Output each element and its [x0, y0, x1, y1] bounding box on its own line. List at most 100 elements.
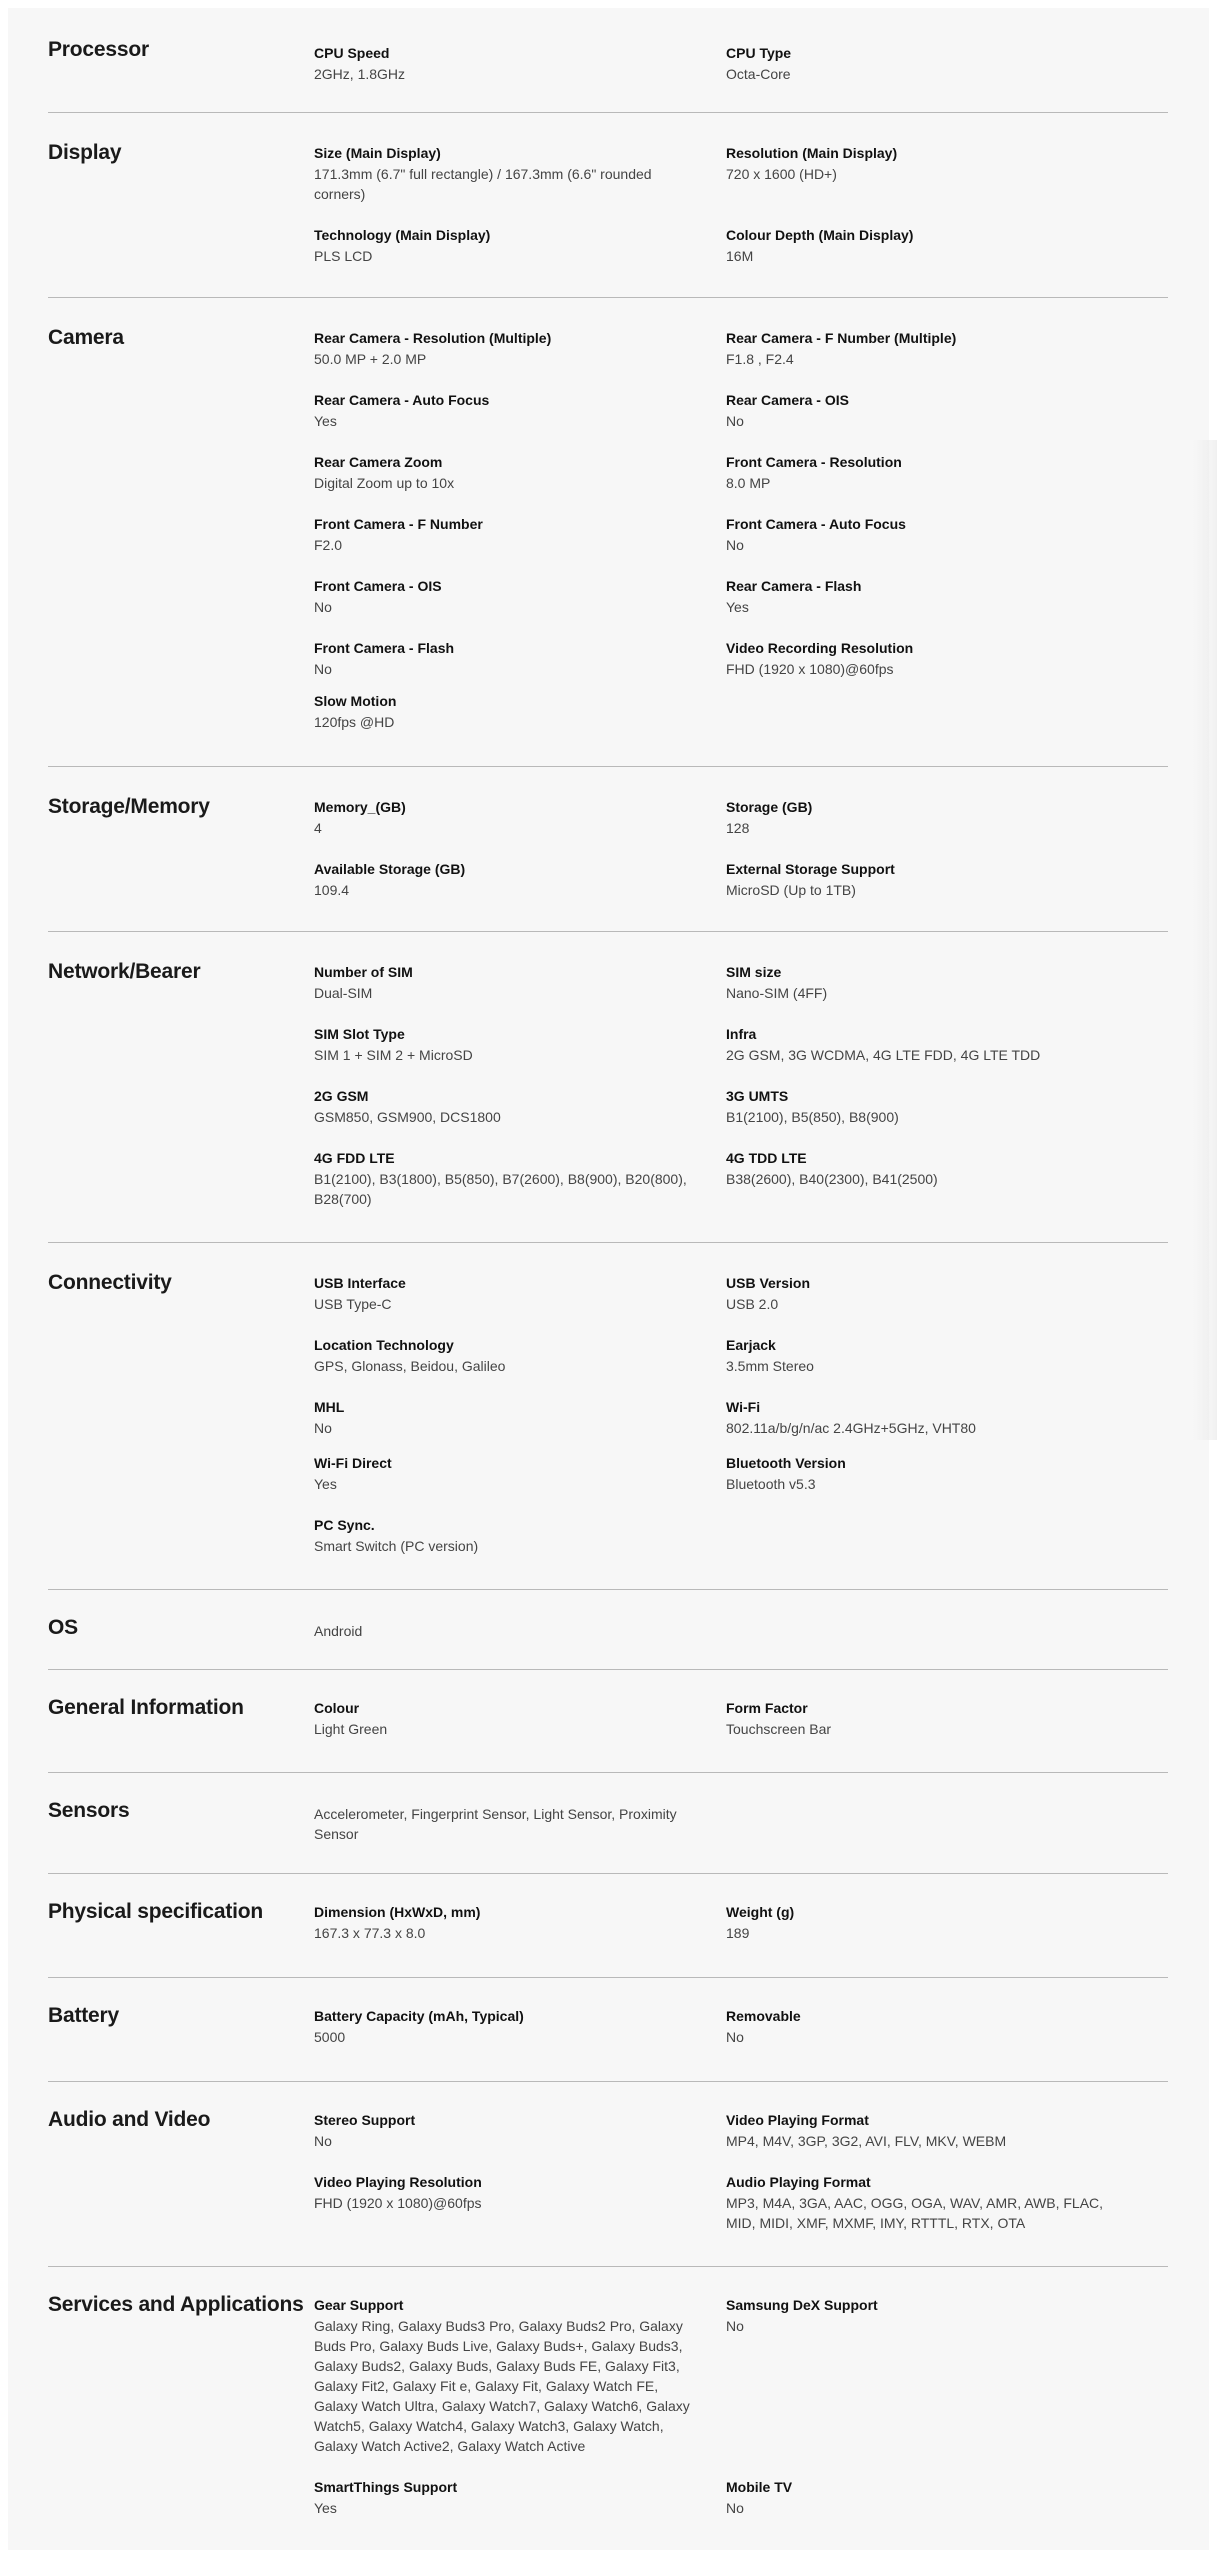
spec-field: Audio Playing Format MP3, M4A, 3GA, AAC, … — [726, 2172, 1126, 2233]
spec-field: Available Storage (GB) 109.4 — [314, 859, 694, 900]
spec-value: USB 2.0 — [726, 1296, 779, 1312]
spec-value: GPS, Glonass, Beidou, Galileo — [314, 1358, 506, 1374]
spec-field: 4G TDD LTE B38(2600), B40(2300), B41(2500… — [726, 1148, 1126, 1189]
spec-label: 3G UMTS — [726, 1088, 789, 1104]
spec-field: Location Technology GPS, Glonass, Beidou,… — [314, 1335, 694, 1376]
spec-value: B1(2100), B3(1800), B5(850), B7(2600), B… — [314, 1171, 687, 1207]
spec-label: Location Technology — [314, 1337, 454, 1353]
spec-label: Rear Camera - Auto Focus — [314, 392, 490, 408]
spec-value: GSM850, GSM900, DCS1800 — [314, 1109, 501, 1125]
spec-field: Front Camera - F Number F2.0 — [314, 514, 694, 555]
spec-field: Rear Camera - Resolution (Multiple) 50.0 … — [314, 328, 694, 369]
spec-value: Accelerometer, Fingerprint Sensor, Light… — [314, 1806, 677, 1842]
section-battery: Battery Battery Capacity (mAh, Typical) 50… — [48, 1977, 1168, 2082]
spec-field: Rear Camera - Auto Focus Yes — [314, 390, 694, 431]
spec-label: 4G TDD LTE — [726, 1150, 807, 1166]
spec-value: Yes — [314, 1476, 337, 1492]
spec-field: USB Version USB 2.0 — [726, 1273, 1126, 1314]
spec-field: Front Camera - Resolution 8.0 MP — [726, 452, 1126, 493]
spec-field: Resolution (Main Display) 720 x 1600 (HD+… — [726, 143, 1126, 184]
spec-label: Slow Motion — [314, 693, 397, 709]
spec-field: Colour Depth (Main Display) 16M — [726, 225, 1126, 266]
spec-field: CPU Type Octa-Core — [726, 43, 1126, 84]
section-title: Audio and Video — [48, 2108, 211, 2131]
spec-label: SIM size — [726, 964, 782, 980]
spec-value: Yes — [314, 413, 337, 429]
spec-value: B38(2600), B40(2300), B41(2500) — [726, 1171, 938, 1187]
spec-label: MHL — [314, 1399, 345, 1415]
spec-value: MP4, M4V, 3GP, 3G2, AVI, FLV, MKV, WEBM — [726, 2133, 1007, 2149]
spec-value: No — [726, 413, 744, 429]
spec-label: External Storage Support — [726, 861, 895, 877]
section-title: Connectivity — [48, 1271, 172, 1294]
spec-label: Video Playing Resolution — [314, 2174, 482, 2190]
spec-label: Weight (g) — [726, 1904, 795, 1920]
section-title: Battery — [48, 2004, 119, 2027]
edge-shadow — [1193, 440, 1217, 1440]
spec-value: 189 — [726, 1925, 750, 1941]
spec-field: Rear Camera - F Number (Multiple) F1.8 , … — [726, 328, 1126, 369]
section-sensors: Sensors Accelerometer, Fingerprint Sensor… — [48, 1772, 1168, 1874]
spec-value: Bluetooth v5.3 — [726, 1476, 816, 1492]
spec-label: Dimension (HxWxD, mm) — [314, 1904, 481, 1920]
spec-value: No — [726, 2029, 744, 2045]
section-network-bearer: Network/Bearer Number of SIM Dual-SIM SIM s… — [48, 931, 1168, 1243]
spec-field: Samsung DeX Support No — [726, 2295, 1126, 2336]
section-title: Services and Applications — [48, 2293, 304, 2316]
spec-field: 3G UMTS B1(2100), B5(850), B8(900) — [726, 1086, 1126, 1127]
spec-label: Available Storage (GB) — [314, 861, 466, 877]
section-title: Sensors — [48, 1799, 130, 1822]
spec-field: Rear Camera - OIS No — [726, 390, 1126, 431]
spec-value: 802.11a/b/g/n/ac 2.4GHz+5GHz, VHT80 — [726, 1420, 976, 1436]
spec-label: Bluetooth Version — [726, 1455, 846, 1471]
spec-label: Front Camera - Flash — [314, 640, 455, 656]
spec-field: PC Sync. Smart Switch (PC version) — [314, 1515, 694, 1556]
spec-label: 2G GSM — [314, 1088, 369, 1104]
spec-label: USB Interface — [314, 1275, 406, 1291]
spec-field: Gear Support Galaxy Ring, Galaxy Buds3 Pr… — [314, 2295, 694, 2456]
spec-field: Bluetooth Version Bluetooth v5.3 — [726, 1453, 1126, 1494]
spec-label: Gear Support — [314, 2297, 404, 2313]
spec-label: Number of SIM — [314, 964, 413, 980]
spec-field: Number of SIM Dual-SIM — [314, 962, 694, 1003]
spec-value: FHD (1920 x 1080)@60fps — [314, 2195, 482, 2211]
spec-value: Yes — [314, 2500, 337, 2516]
spec-field: SIM Slot Type SIM 1 + SIM 2 + MicroSD — [314, 1024, 694, 1065]
spec-value: Touchscreen Bar — [726, 1721, 832, 1737]
spec-field: Dimension (HxWxD, mm) 167.3 x 77.3 x 8.0 — [314, 1902, 694, 1943]
section-title: Processor — [48, 38, 149, 61]
spec-label: Video Recording Resolution — [726, 640, 914, 656]
spec-value: 128 — [726, 820, 750, 836]
spec-label: USB Version — [726, 1275, 811, 1291]
spec-field: Technology (Main Display) PLS LCD — [314, 225, 694, 266]
spec-field: Mobile TV No — [726, 2477, 1126, 2518]
spec-label: SmartThings Support — [314, 2479, 458, 2495]
spec-field: Weight (g) 189 — [726, 1902, 1126, 1943]
spec-value: 2G GSM, 3G WCDMA, 4G LTE FDD, 4G LTE TDD — [726, 1047, 1041, 1063]
spec-label: Front Camera - F Number — [314, 516, 483, 532]
spec-label: Wi-Fi — [726, 1399, 761, 1415]
spec-value: No — [726, 2318, 744, 2334]
spec-label: Wi-Fi Direct — [314, 1455, 392, 1471]
section-camera: Camera Rear Camera - Resolution (Multiple… — [48, 297, 1168, 767]
section-title: Display — [48, 141, 122, 164]
spec-label: Earjack — [726, 1337, 776, 1353]
spec-field: CPU Speed 2GHz, 1.8GHz — [314, 43, 694, 84]
spec-value: F2.0 — [314, 537, 343, 553]
spec-label: Battery Capacity (mAh, Typical) — [314, 2008, 524, 2024]
spec-value: 171.3mm (6.7" full rectangle) / 167.3mm … — [314, 166, 652, 202]
section-services-and-applications: Services and Applications Gear Support Gal… — [48, 2266, 1168, 2551]
spec-field: Removable No — [726, 2006, 1126, 2047]
spec-field: Rear Camera - Flash Yes — [726, 576, 1126, 617]
spec-value: MP3, M4A, 3GA, AAC, OGG, OGA, WAV, AMR, … — [726, 2195, 1104, 2231]
spec-field: Front Camera - Auto Focus No — [726, 514, 1126, 555]
spec-label: Rear Camera Zoom — [314, 454, 443, 470]
spec-label: Video Playing Format — [726, 2112, 869, 2128]
spec-field: Stereo Support No — [314, 2110, 694, 2151]
spec-field: Video Playing Format MP4, M4V, 3GP, 3G2, … — [726, 2110, 1126, 2151]
spec-value: Galaxy Ring, Galaxy Buds3 Pro, Galaxy Bu… — [314, 2318, 690, 2454]
spec-field: Memory_(GB) 4 — [314, 797, 694, 838]
spec-label: Front Camera - Auto Focus — [726, 516, 906, 532]
section-title: Physical specification — [48, 1900, 264, 1923]
section-display: Display Size (Main Display) 171.3mm (6.7" … — [48, 112, 1168, 298]
